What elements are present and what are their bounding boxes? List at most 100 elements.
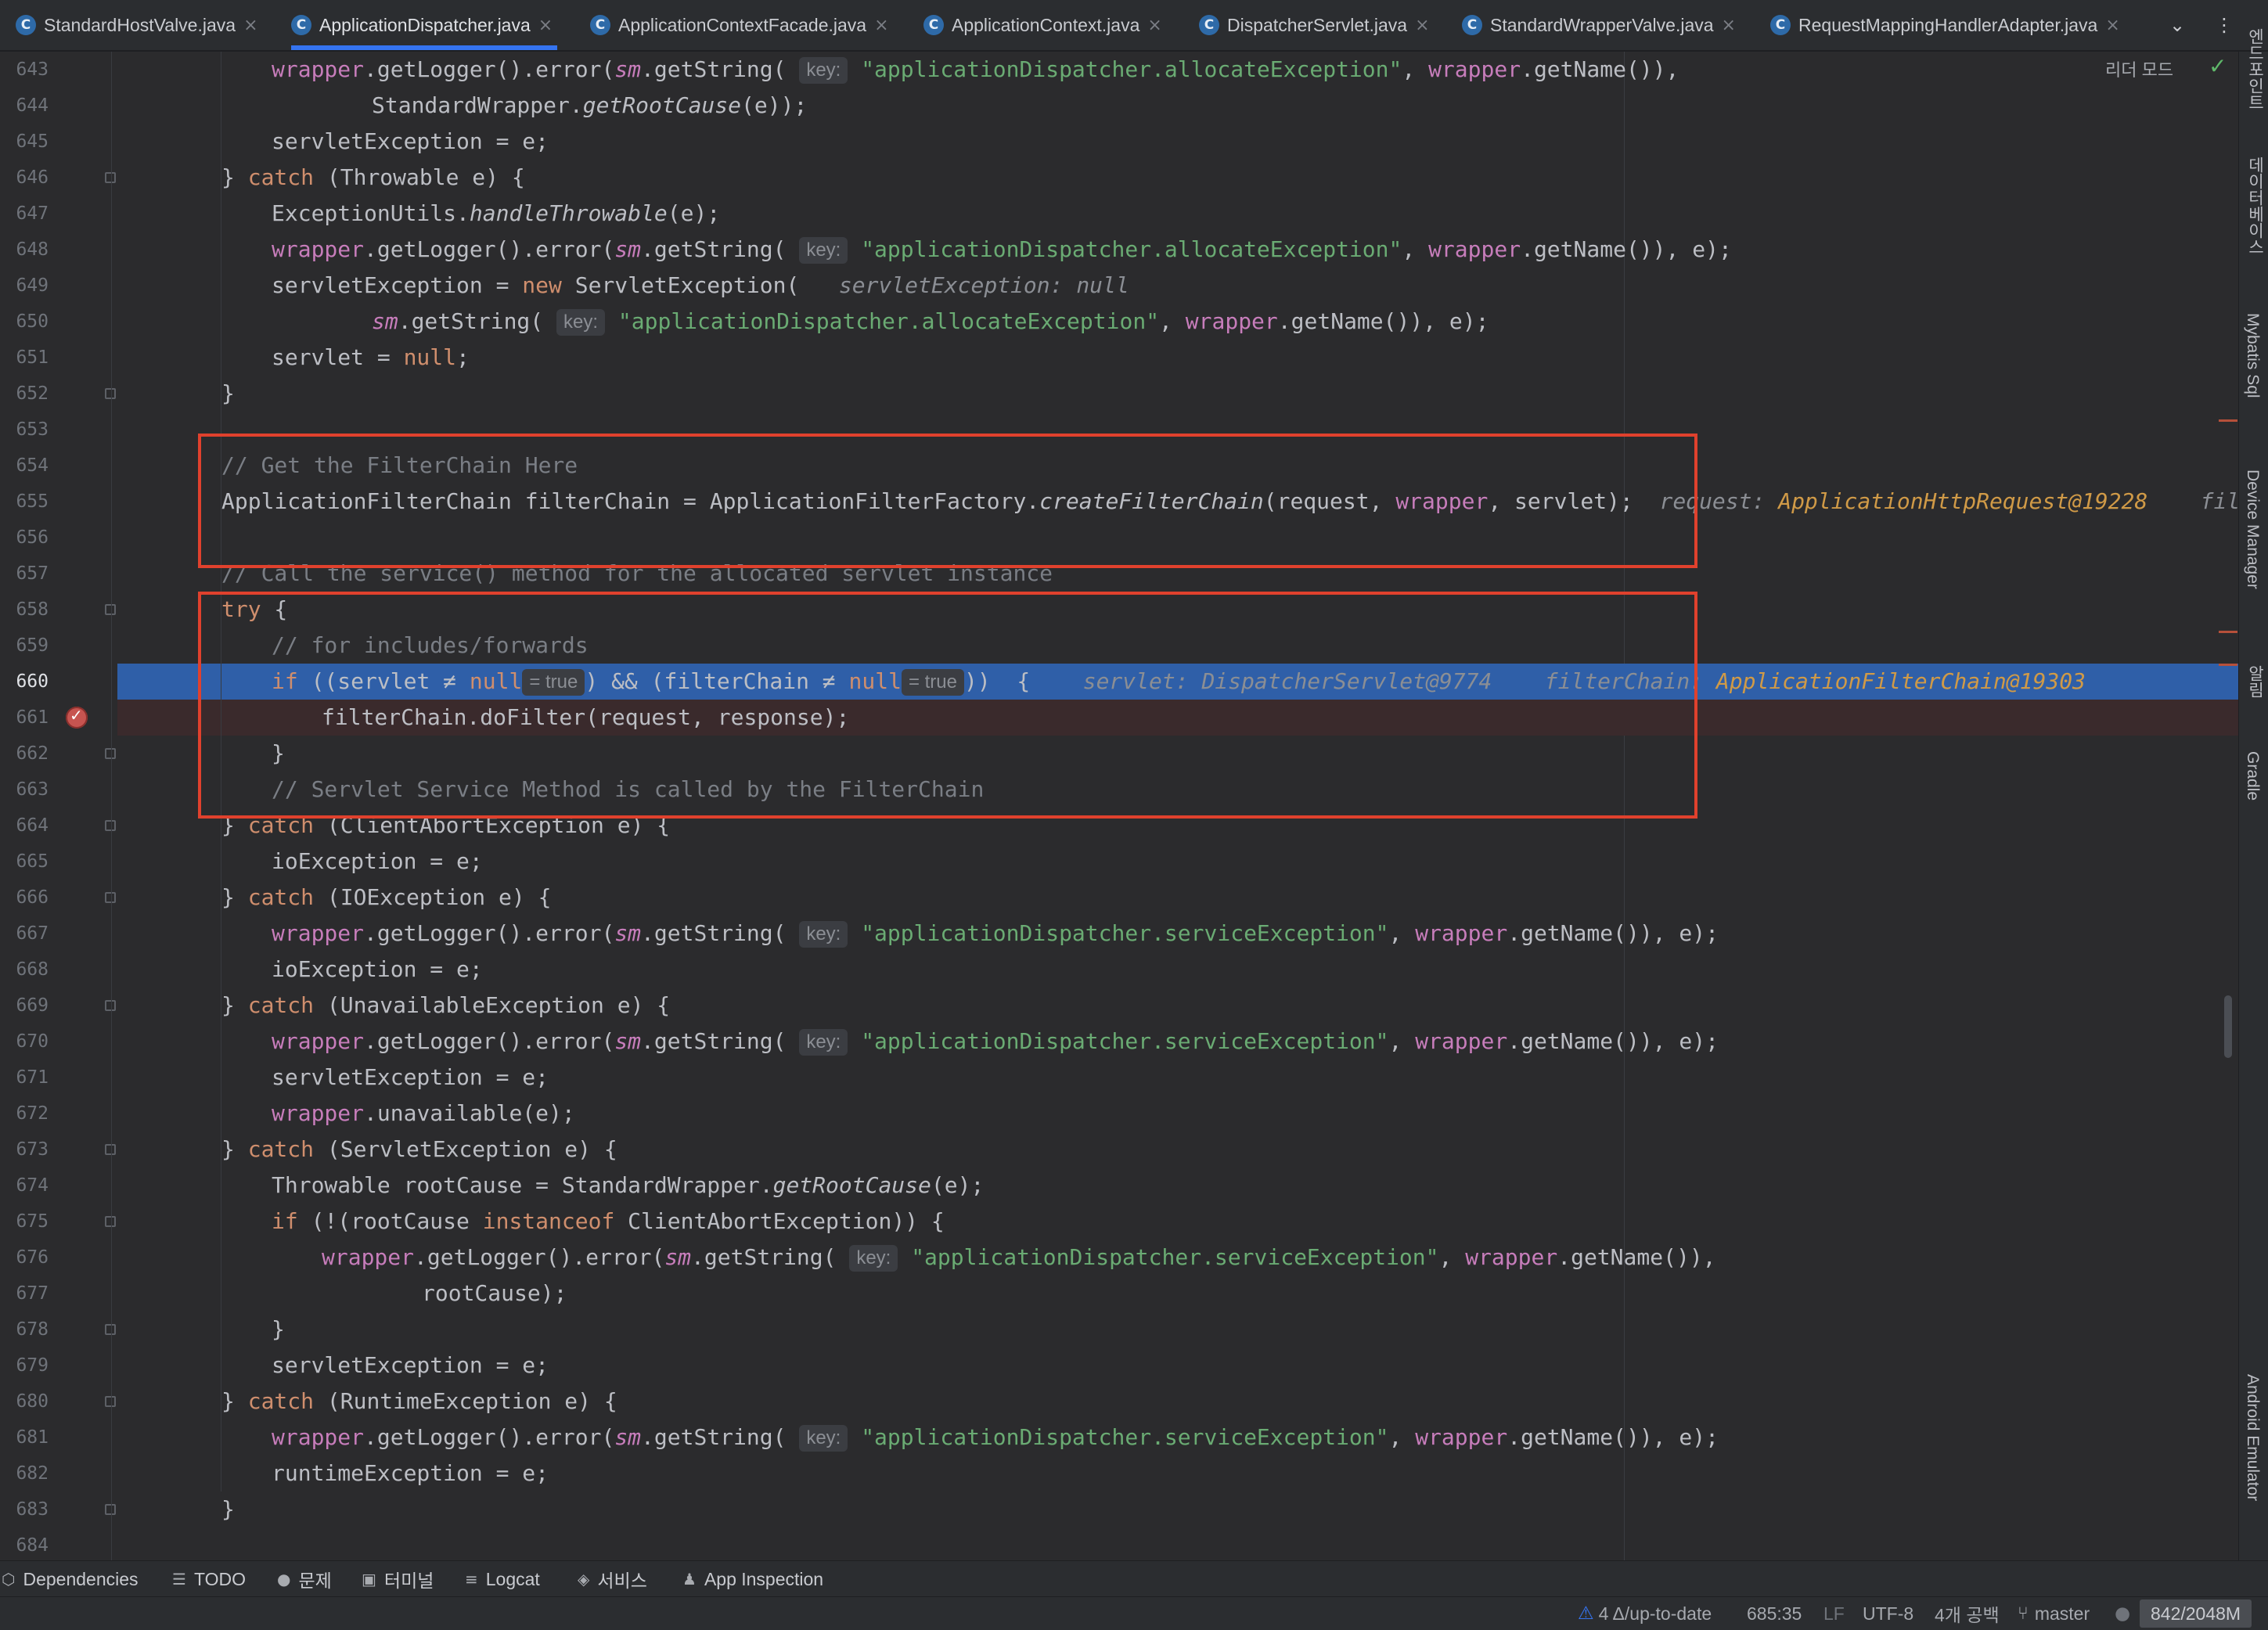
- tab-applicationcontext[interactable]: C ApplicationContext.java ×: [923, 0, 1162, 50]
- editor-gutter[interactable]: 643 644 645 646 647 648 649 650 651 652 653 654 655 6…: [0, 52, 117, 1560]
- fold-toggle-icon[interactable]: [105, 1216, 116, 1227]
- git-branch[interactable]: ⑂ master: [2018, 1597, 2090, 1630]
- line-number[interactable]: 656: [0, 520, 49, 556]
- line-number[interactable]: 672: [0, 1096, 49, 1132]
- line-number[interactable]: 661: [0, 700, 49, 736]
- line-number[interactable]: 660: [0, 664, 49, 700]
- code-editor[interactable]: wrapper.getLogger().error(sm.getString( …: [117, 52, 2238, 1560]
- close-icon[interactable]: ×: [2105, 16, 2119, 35]
- fold-toggle-icon[interactable]: [105, 1000, 116, 1011]
- tab-list-chevron-icon[interactable]: ⌄: [2169, 0, 2185, 50]
- close-icon[interactable]: ×: [538, 16, 553, 35]
- tab-standardhostvalve[interactable]: C StandardHostValve.java ×: [16, 0, 258, 50]
- close-icon[interactable]: ×: [874, 16, 888, 35]
- fold-toggle-icon[interactable]: [105, 1324, 116, 1335]
- line-separator[interactable]: LF: [1823, 1597, 1845, 1630]
- tool-tab-endpoints[interactable]: 엔드포인트: [2243, 28, 2266, 110]
- line-number[interactable]: 657: [0, 556, 49, 592]
- tool-logcat[interactable]: ≡ Logcat: [465, 1561, 540, 1597]
- tool-services[interactable]: ◈ 서비스: [578, 1561, 647, 1597]
- line-number[interactable]: 677: [0, 1276, 49, 1312]
- error-stripe-marker[interactable]: [2219, 664, 2237, 666]
- fold-toggle-icon[interactable]: [105, 820, 116, 831]
- tool-tab-notifications[interactable]: 알림: [2243, 665, 2266, 698]
- line-number[interactable]: 663: [0, 772, 49, 808]
- line-number[interactable]: 654: [0, 448, 49, 484]
- fold-toggle-icon[interactable]: [105, 1504, 116, 1515]
- tool-tab-database[interactable]: 데이터베이스: [2243, 157, 2266, 255]
- reader-mode-toggle[interactable]: 리더 모드: [2105, 56, 2173, 81]
- line-number[interactable]: 647: [0, 196, 49, 232]
- tool-dependencies[interactable]: ⬡ Dependencies: [2, 1561, 139, 1597]
- line-number[interactable]: 662: [0, 736, 49, 772]
- line-number[interactable]: 669: [0, 988, 49, 1024]
- lock-icon[interactable]: ●: [2115, 1597, 2130, 1630]
- line-number[interactable]: 653: [0, 412, 49, 448]
- line-number[interactable]: 681: [0, 1420, 49, 1455]
- line-number[interactable]: 676: [0, 1240, 49, 1276]
- line-number[interactable]: 649: [0, 268, 49, 304]
- fold-toggle-icon[interactable]: [105, 1396, 116, 1407]
- tool-tab-mybatis-sql[interactable]: Mybatis Sql: [2243, 313, 2262, 398]
- close-icon[interactable]: ×: [1147, 16, 1161, 35]
- line-number[interactable]: 673: [0, 1132, 49, 1168]
- fold-toggle-icon[interactable]: [105, 1144, 116, 1155]
- line-number[interactable]: 645: [0, 124, 49, 160]
- close-icon[interactable]: ×: [1415, 16, 1429, 35]
- line-number[interactable]: 652: [0, 376, 49, 412]
- tool-tab-android-emulator[interactable]: Android Emulator: [2243, 1374, 2262, 1501]
- tab-requestmappinghandleradapter[interactable]: C RequestMappingHandlerAdapter.java ×: [1770, 0, 2120, 50]
- inspection-ok-check-icon[interactable]: ✓: [2209, 53, 2227, 79]
- line-number[interactable]: 678: [0, 1312, 49, 1348]
- line-number[interactable]: 674: [0, 1168, 49, 1204]
- caret-position[interactable]: 685:35: [1747, 1597, 1802, 1630]
- tool-todo[interactable]: ☰ TODO: [172, 1561, 246, 1597]
- line-number[interactable]: 655: [0, 484, 49, 520]
- tool-app-inspection[interactable]: ♟ App Inspection: [682, 1561, 823, 1597]
- line-number[interactable]: 648: [0, 232, 49, 268]
- line-number[interactable]: 651: [0, 340, 49, 376]
- tab-applicationcontextfacade[interactable]: C ApplicationContextFacade.java ×: [590, 0, 889, 50]
- error-stripe-marker[interactable]: [2219, 419, 2237, 422]
- line-number[interactable]: 675: [0, 1204, 49, 1240]
- vcs-status[interactable]: ⚠ 4 Δ/up-to-date: [1578, 1597, 1712, 1630]
- indent-setting[interactable]: 4개 공백: [1935, 1597, 2000, 1630]
- line-number[interactable]: 666: [0, 880, 49, 916]
- line-number[interactable]: 644: [0, 88, 49, 124]
- line-number[interactable]: 658: [0, 592, 49, 628]
- fold-toggle-icon[interactable]: [105, 748, 116, 759]
- line-number[interactable]: 679: [0, 1348, 49, 1384]
- memory-indicator[interactable]: 842/2048M: [2140, 1599, 2252, 1628]
- line-number[interactable]: 664: [0, 808, 49, 844]
- fold-toggle-icon[interactable]: [105, 892, 116, 903]
- breakpoint-icon[interactable]: [66, 706, 88, 729]
- tool-tab-device-manager[interactable]: Device Manager: [2243, 470, 2262, 589]
- tab-applicationdispatcher[interactable]: C ApplicationDispatcher.java ×: [291, 0, 558, 50]
- line-number[interactable]: 659: [0, 628, 49, 664]
- line-number[interactable]: 665: [0, 844, 49, 880]
- close-icon[interactable]: ×: [1722, 16, 1736, 35]
- line-number[interactable]: 680: [0, 1384, 49, 1420]
- line-number[interactable]: 683: [0, 1491, 49, 1527]
- line-number[interactable]: 670: [0, 1024, 49, 1060]
- line-number[interactable]: 643: [0, 52, 49, 88]
- line-number[interactable]: 684: [0, 1527, 49, 1563]
- fold-toggle-icon[interactable]: [105, 172, 116, 183]
- line-number[interactable]: 646: [0, 160, 49, 196]
- tool-tab-gradle[interactable]: Gradle: [2243, 751, 2262, 801]
- tool-terminal[interactable]: ▣ 터미널: [362, 1561, 434, 1597]
- line-number[interactable]: 667: [0, 916, 49, 952]
- file-encoding[interactable]: UTF-8: [1863, 1597, 1913, 1630]
- fold-toggle-icon[interactable]: [105, 388, 116, 399]
- fold-toggle-icon[interactable]: [105, 604, 116, 615]
- tab-standardwrappervalve[interactable]: C StandardWrapperValve.java ×: [1462, 0, 1736, 50]
- line-number[interactable]: 650: [0, 304, 49, 340]
- more-options-icon[interactable]: ⋮: [2215, 0, 2234, 50]
- error-stripe-marker[interactable]: [2219, 631, 2237, 633]
- tab-dispatcherservlet[interactable]: C DispatcherServlet.java ×: [1199, 0, 1430, 50]
- tool-problems[interactable]: ● 문제: [277, 1561, 332, 1597]
- line-number[interactable]: 682: [0, 1455, 49, 1491]
- line-number[interactable]: 668: [0, 952, 49, 988]
- close-icon[interactable]: ×: [243, 16, 257, 35]
- line-number[interactable]: 671: [0, 1060, 49, 1096]
